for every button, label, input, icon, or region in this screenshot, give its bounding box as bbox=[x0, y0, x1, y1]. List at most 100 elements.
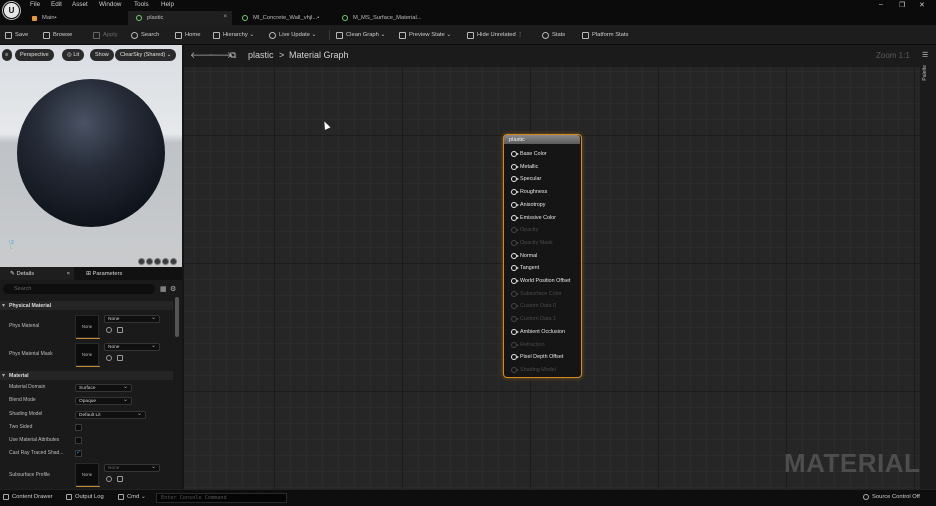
palette-tab[interactable]: Palette bbox=[922, 65, 928, 81]
pin-connector-icon[interactable] bbox=[511, 265, 519, 272]
node-pin-tangent[interactable]: Tangent bbox=[511, 263, 539, 273]
show-button[interactable]: Show bbox=[90, 49, 114, 61]
close-tab-icon[interactable]: × bbox=[67, 271, 70, 277]
node-pin-pixel-depth-offset[interactable]: Pixel Depth Offset bbox=[511, 352, 563, 362]
pin-connector-icon[interactable] bbox=[511, 189, 519, 196]
palette-sidebar[interactable] bbox=[920, 45, 936, 489]
browse-asset-icon[interactable] bbox=[117, 327, 123, 333]
phys-mask-thumbnail[interactable]: None bbox=[75, 343, 100, 367]
node-pin-normal[interactable]: Normal bbox=[511, 251, 537, 261]
pin-connector-icon[interactable] bbox=[511, 354, 519, 361]
blend-mode-dropdown[interactable]: Opaque bbox=[75, 396, 132, 405]
menu-edit[interactable]: Edit bbox=[51, 1, 62, 8]
home-button[interactable]: Home bbox=[175, 30, 200, 40]
menu-help[interactable]: Help bbox=[161, 1, 174, 8]
two-sided-checkbox[interactable] bbox=[75, 424, 82, 431]
settings-gear-icon[interactable]: ⚙ bbox=[170, 285, 176, 293]
pin-connector-icon[interactable] bbox=[511, 239, 519, 246]
pin-connector-icon[interactable] bbox=[511, 316, 519, 323]
node-pin-base-color[interactable]: Base Color bbox=[511, 149, 547, 159]
grid-view-icon[interactable]: ▦ bbox=[160, 285, 167, 293]
browse-asset-icon[interactable] bbox=[117, 476, 123, 482]
stats-button[interactable]: Stats bbox=[542, 30, 565, 40]
console-command-input[interactable]: Enter Console Command bbox=[156, 493, 287, 503]
close-window-button[interactable]: ✕ bbox=[919, 1, 925, 9]
breadcrumb-graph[interactable]: Material Graph bbox=[289, 50, 349, 60]
perspective-button[interactable]: Perspective bbox=[15, 49, 54, 61]
preview-viewport[interactable]: ≡ Perspective ◎ Lit Show ClearSky (Share… bbox=[0, 45, 182, 267]
pin-connector-icon[interactable] bbox=[511, 328, 519, 335]
pin-connector-icon[interactable] bbox=[511, 227, 519, 234]
node-pin-custom-data-1[interactable]: Custom Data 1 bbox=[511, 314, 556, 324]
preview-state-dropdown[interactable]: Preview State ⌄ bbox=[399, 30, 451, 40]
pin-connector-icon[interactable] bbox=[511, 341, 519, 348]
subsurface-profile-thumbnail[interactable]: None bbox=[75, 463, 100, 487]
content-drawer-button[interactable]: Content Drawer bbox=[3, 494, 53, 500]
phys-material-thumbnail[interactable]: None bbox=[75, 315, 100, 339]
source-control-button[interactable]: Source Control Off bbox=[863, 494, 920, 500]
node-pin-subsurface-color[interactable]: Subsurface Color bbox=[511, 289, 562, 299]
details-scrollbar[interactable] bbox=[175, 297, 179, 337]
pin-connector-icon[interactable] bbox=[511, 278, 519, 284]
cast-ray-traced-shadows-checkbox[interactable] bbox=[75, 449, 82, 457]
pin-connector-icon[interactable] bbox=[511, 252, 519, 259]
pin-connector-icon[interactable] bbox=[511, 303, 519, 310]
live-update-dropdown[interactable]: Live Update ⌄ bbox=[269, 30, 316, 40]
browse-button[interactable]: Browse bbox=[43, 30, 72, 40]
clean-graph-dropdown[interactable]: Clean Graph ⌄ bbox=[336, 30, 385, 40]
tab-main[interactable]: Main• bbox=[24, 11, 124, 25]
pin-connector-icon[interactable] bbox=[511, 366, 519, 373]
forward-arrow-icon[interactable]: 🡒 bbox=[208, 50, 232, 61]
section-physical-material[interactable]: Physical Material bbox=[0, 301, 173, 310]
menu-file[interactable]: File bbox=[30, 1, 40, 8]
unreal-logo-icon[interactable]: U bbox=[3, 2, 20, 19]
menu-asset[interactable]: Asset bbox=[72, 1, 88, 8]
viewport-options-button[interactable]: ≡ bbox=[2, 49, 12, 61]
material-result-node[interactable]: plastic Base Color Metallic Specular Roughn… bbox=[503, 134, 582, 378]
node-pin-opacity-mask[interactable]: Opacity Mask bbox=[511, 238, 553, 248]
browse-asset-icon[interactable] bbox=[117, 355, 123, 361]
tab-details[interactable]: ✎ Details × bbox=[0, 267, 74, 280]
node-pin-ambient-occlusion[interactable]: Ambient Occlusion bbox=[511, 327, 565, 337]
tab-m-ms-surface-material[interactable]: M_MS_Surface_Material... bbox=[334, 11, 444, 25]
tab-parameters[interactable]: ⊞ Parameters bbox=[76, 267, 156, 280]
apply-button[interactable]: Apply bbox=[93, 30, 118, 40]
subsurface-profile-dropdown[interactable]: None bbox=[104, 463, 160, 472]
cylinder-icon[interactable] bbox=[138, 258, 145, 265]
palette-menu-icon[interactable]: ☰ bbox=[922, 51, 928, 59]
cmd-dropdown[interactable]: Cmd ⌄ bbox=[118, 494, 146, 500]
use-material-attributes-checkbox[interactable] bbox=[75, 437, 82, 444]
sphere-icon[interactable] bbox=[146, 258, 153, 265]
node-pin-anisotropy[interactable]: Anisotropy bbox=[511, 200, 545, 210]
phys-mask-dropdown[interactable]: None bbox=[104, 342, 160, 351]
use-selected-icon[interactable] bbox=[106, 327, 112, 333]
section-material[interactable]: Material bbox=[0, 371, 173, 380]
material-domain-dropdown[interactable]: Surface bbox=[75, 383, 132, 392]
use-selected-icon[interactable] bbox=[106, 355, 112, 361]
pin-connector-icon[interactable] bbox=[511, 163, 519, 170]
mesh-icon[interactable] bbox=[170, 258, 177, 265]
node-pin-shading-model[interactable]: Shading Model bbox=[511, 365, 556, 375]
node-pin-custom-data-0[interactable]: Custom Data 0 bbox=[511, 301, 556, 311]
search-button[interactable]: Search bbox=[131, 30, 159, 40]
node-pin-metallic[interactable]: Metallic bbox=[511, 162, 538, 172]
save-button[interactable]: Save bbox=[5, 30, 28, 40]
node-pin-refraction[interactable]: Refraction bbox=[511, 340, 545, 350]
platform-stats-button[interactable]: Platform Stats bbox=[582, 30, 628, 40]
node-pin-roughness[interactable]: Roughness bbox=[511, 187, 547, 197]
close-tab-icon[interactable]: × bbox=[223, 14, 227, 20]
pin-connector-icon[interactable] bbox=[511, 201, 519, 208]
pin-connector-icon[interactable] bbox=[511, 151, 519, 157]
node-pin-world-position-offset[interactable]: World Position Offset bbox=[511, 276, 570, 286]
tab-plastic[interactable]: plastic × bbox=[128, 11, 232, 25]
hierarchy-dropdown[interactable]: Hierarchy ⌄ bbox=[213, 30, 254, 40]
lit-button[interactable]: ◎ Lit bbox=[62, 49, 85, 61]
pin-connector-icon[interactable] bbox=[511, 176, 519, 183]
menu-window[interactable]: Window bbox=[99, 1, 121, 8]
plane-icon[interactable] bbox=[154, 258, 161, 265]
details-search-input[interactable]: Search bbox=[3, 284, 155, 294]
pin-connector-icon[interactable] bbox=[511, 214, 519, 221]
shading-model-dropdown[interactable]: Default Lit bbox=[75, 410, 146, 419]
maximize-button[interactable]: ❐ bbox=[899, 1, 905, 9]
node-pin-opacity[interactable]: Opacity bbox=[511, 225, 538, 235]
